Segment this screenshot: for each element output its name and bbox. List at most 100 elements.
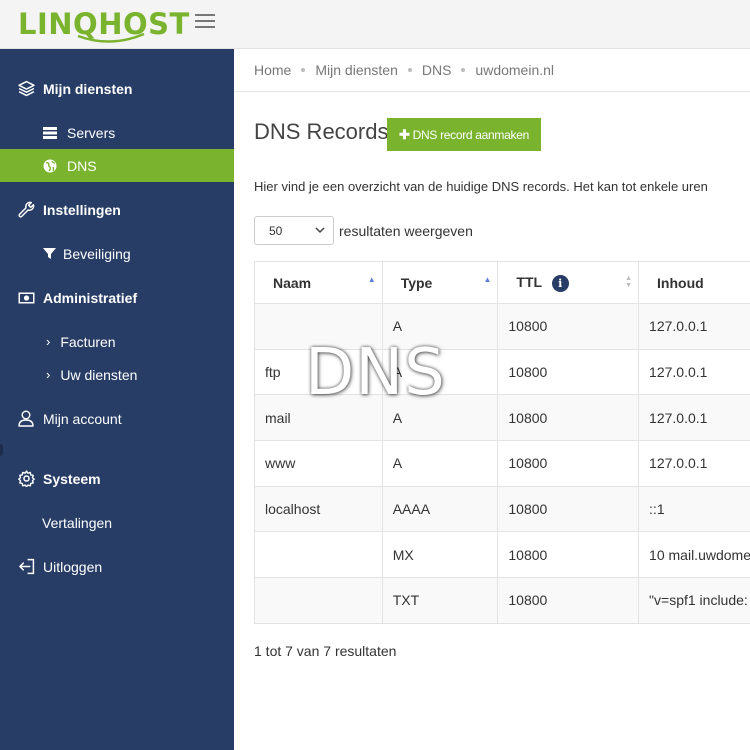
- sidebar: Mijn diensten Servers DNS Instellingen B…: [0, 49, 234, 750]
- sidebar-item-systeem[interactable]: Systeem: [0, 462, 234, 495]
- sidebar-item-servers[interactable]: Servers: [0, 116, 234, 149]
- top-bar: LINQHOST: [0, 0, 750, 49]
- sidebar-item-label: Servers: [67, 124, 116, 141]
- table-row[interactable]: www A 10800 127.0.0.1: [254, 440, 750, 487]
- add-dns-record-button[interactable]: ✚ DNS record aanmaken: [387, 118, 541, 151]
- intro-text: Hier vind je een overzicht van de huidig…: [254, 179, 708, 194]
- sidebar-item-label: Administratief: [43, 289, 138, 306]
- cell-ttl: 10800: [497, 577, 640, 624]
- column-label: Type: [400, 274, 433, 291]
- table-row[interactable]: MX 10800 10 mail.uwdome: [254, 531, 750, 579]
- filter-icon: [42, 245, 56, 263]
- sidebar-item-label: Mijn diensten: [43, 80, 133, 97]
- table-row[interactable]: A 10800 127.0.0.1: [254, 303, 750, 350]
- chevron-right-icon: ›: [46, 367, 51, 382]
- cell-inhoud: "v=spf1 include:: [638, 577, 750, 624]
- layers-icon: [17, 80, 35, 98]
- sidebar-item-beveiliging[interactable]: Beveiliging: [0, 237, 234, 270]
- sidebar-item-label: Instellingen: [43, 201, 121, 218]
- sidebar-item-label: Beveiliging: [63, 245, 131, 262]
- sidebar-item-uitloggen[interactable]: Uitloggen: [0, 550, 234, 583]
- table-row[interactable]: localhost AAAA 10800 ::1: [254, 485, 750, 533]
- table-header-row: Naam ▲ Type ▲ TTL i ▲ ▼ Inhoud: [254, 261, 750, 304]
- cell-inhoud: 127.0.0.1: [638, 303, 750, 350]
- chevron-right-icon: ›: [46, 334, 51, 349]
- cell-naam: www: [254, 440, 383, 487]
- cell-inhoud: 127.0.0.1: [638, 348, 750, 396]
- cell-type: A: [381, 303, 499, 350]
- sort-both-icon: ▲ ▼: [625, 275, 633, 289]
- cell-ttl: 10800: [497, 531, 640, 579]
- sidebar-item-instellingen[interactable]: Instellingen: [0, 193, 234, 226]
- breadcrumb: Home Mijn diensten DNS uwdomein.nl: [234, 49, 750, 92]
- sidebar-item-dns[interactable]: DNS: [0, 149, 234, 182]
- sidebar-item-uw-diensten[interactable]: › Uw diensten: [0, 358, 234, 391]
- edge-handle: [0, 444, 3, 456]
- sidebar-item-mijn-account[interactable]: Mijn account: [0, 402, 234, 435]
- column-label: TTL: [516, 273, 542, 290]
- cell-naam: [254, 303, 383, 350]
- sidebar-item-label: Facturen: [60, 333, 116, 350]
- logout-icon: [17, 558, 35, 576]
- sidebar-item-label: DNS: [67, 157, 97, 174]
- page-title: DNS Records: [254, 119, 389, 144]
- logo-swoosh-icon: [77, 32, 145, 43]
- sidebar-item-label: Mijn account: [43, 410, 122, 427]
- table-row[interactable]: ftp A 10800 127.0.0.1: [254, 348, 750, 396]
- info-icon[interactable]: i: [551, 274, 569, 292]
- cell-type: A: [381, 440, 499, 487]
- cell-ttl: 10800: [497, 348, 640, 396]
- globe-icon: [42, 157, 58, 175]
- cell-ttl: 10800: [497, 485, 640, 533]
- breadcrumb-mijn-diensten[interactable]: Mijn diensten: [315, 62, 398, 78]
- dns-records-table-wrapper: Naam ▲ Type ▲ TTL i ▲ ▼ Inhoud A 10800 1…: [254, 261, 750, 624]
- menu-toggle-icon[interactable]: [195, 14, 215, 30]
- cell-naam: localhost: [254, 485, 383, 533]
- sidebar-item-label: Uitloggen: [43, 558, 103, 575]
- sidebar-item-facturen[interactable]: › Facturen: [0, 325, 234, 358]
- cell-inhoud: ::1: [638, 485, 750, 533]
- page-length-select[interactable]: 50: [254, 216, 334, 245]
- wrench-icon: [17, 201, 35, 219]
- sidebar-item-vertalingen[interactable]: Vertalingen: [0, 506, 234, 539]
- chevron-down-icon: [315, 227, 325, 234]
- breadcrumb-separator: [461, 68, 466, 72]
- page-length-value: 50: [269, 223, 283, 238]
- breadcrumb-separator: [407, 68, 412, 72]
- sort-asc-icon: ▲: [367, 275, 376, 284]
- cell-naam: ftp: [254, 348, 383, 396]
- cell-naam: mail: [254, 394, 383, 442]
- table-row[interactable]: mail A 10800 127.0.0.1: [254, 394, 750, 442]
- logo[interactable]: LINQHOST: [18, 4, 190, 44]
- sort-asc-icon: ▲: [483, 275, 492, 284]
- plus-icon: ✚: [399, 126, 410, 142]
- cell-inhoud: 10 mail.uwdome: [638, 531, 750, 579]
- cell-type: TXT: [381, 577, 499, 624]
- page-length-label: resultaten weergeven: [339, 222, 473, 239]
- breadcrumb-dns[interactable]: DNS: [422, 62, 452, 78]
- sidebar-item-mijn-diensten[interactable]: Mijn diensten: [0, 72, 234, 105]
- sidebar-item-administratief[interactable]: Administratief: [0, 281, 234, 314]
- add-dns-record-label: DNS record aanmaken: [412, 127, 530, 142]
- cell-naam: [254, 531, 383, 579]
- server-icon: [42, 124, 58, 142]
- breadcrumb-home[interactable]: Home: [254, 62, 291, 78]
- cell-ttl: 10800: [497, 303, 640, 350]
- column-header-ttl[interactable]: TTL i ▲ ▼: [497, 261, 640, 304]
- cell-type: MX: [381, 531, 499, 579]
- table-row[interactable]: TXT 10800 "v=spf1 include:: [254, 577, 750, 624]
- column-header-type[interactable]: Type ▲: [381, 261, 499, 304]
- table-info: 1 tot 7 van 7 resultaten: [254, 643, 397, 659]
- column-label: Inhoud: [657, 274, 704, 291]
- breadcrumb-current: uwdomein.nl: [475, 62, 555, 78]
- cell-type: A: [381, 394, 499, 442]
- column-header-naam[interactable]: Naam ▲: [254, 261, 383, 304]
- sidebar-item-label: Uw diensten: [60, 366, 138, 383]
- cell-naam: [254, 577, 383, 624]
- column-header-inhoud[interactable]: Inhoud: [638, 261, 750, 304]
- page-length-control: 50 resultaten weergeven: [254, 216, 473, 245]
- sidebar-item-label: Vertalingen: [42, 514, 113, 531]
- dns-records-table: Naam ▲ Type ▲ TTL i ▲ ▼ Inhoud A 10800 1…: [254, 261, 750, 624]
- main-content: Home Mijn diensten DNS uwdomein.nl DNS R…: [234, 49, 750, 750]
- user-icon: [17, 410, 35, 428]
